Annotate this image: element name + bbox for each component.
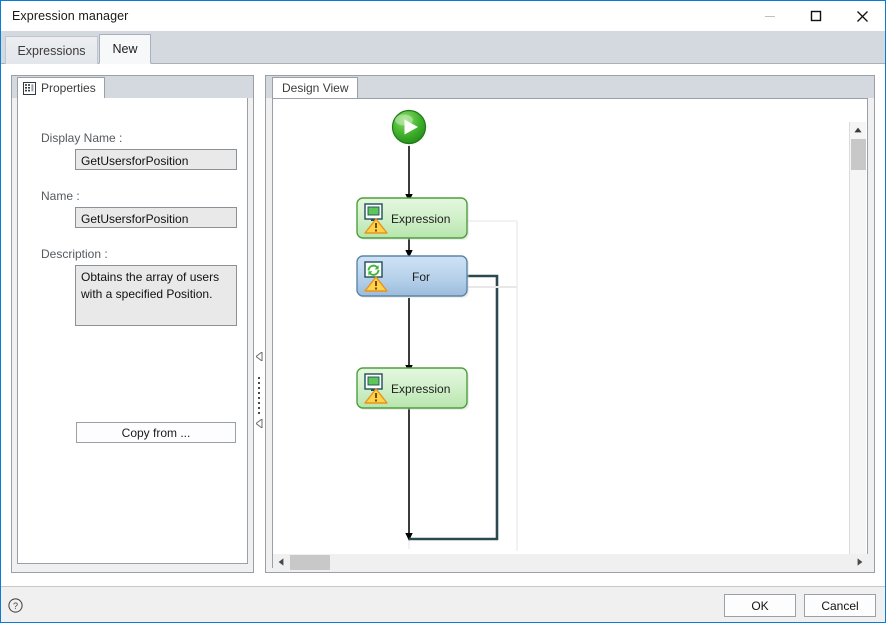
display-name-input[interactable]: GetUsersforPosition: [75, 149, 237, 170]
tab-design-view[interactable]: Design View: [272, 77, 359, 98]
scroll-right-button[interactable]: [852, 554, 868, 570]
minimize-icon: [765, 16, 775, 17]
properties-tab-bar: Properties: [12, 76, 253, 98]
design-panel: Design View Expression For Expression: [265, 75, 875, 573]
scroll-up-button[interactable]: [850, 122, 866, 138]
tab-design-view-label: Design View: [282, 81, 349, 95]
minimize-button[interactable]: [747, 1, 793, 31]
cancel-button[interactable]: Cancel: [804, 594, 876, 617]
splitter-collapse-down-icon[interactable]: [256, 419, 263, 428]
properties-form: Display Name : GetUsersforPosition Name …: [17, 98, 248, 564]
node-start: [390, 108, 428, 146]
properties-panel: Properties Display Name : GetUsersforPos…: [11, 75, 254, 573]
scroll-left-icon: [278, 558, 284, 566]
scroll-left-button[interactable]: [273, 554, 289, 570]
cancel-label: Cancel: [821, 598, 859, 613]
copy-from-button[interactable]: Copy from ...: [76, 422, 236, 443]
help-button[interactable]: ?: [8, 598, 23, 618]
design-canvas-container: Expression For Expression: [272, 98, 868, 568]
tab-properties-label: Properties: [41, 81, 96, 95]
horizontal-scroll-thumb[interactable]: [290, 555, 330, 570]
tab-new-label: New: [112, 42, 138, 56]
svg-text:?: ?: [13, 601, 18, 611]
tab-new[interactable]: New: [99, 34, 151, 64]
splitter-collapse-up-icon[interactable]: [256, 352, 263, 361]
help-question-icon: ?: [8, 598, 23, 613]
title-bar: Expression manager: [1, 1, 885, 31]
properties-grid-icon: [23, 81, 36, 95]
node-expression-2-label: Expression: [391, 382, 451, 396]
maximize-icon: [810, 10, 822, 22]
node-for-label: For: [412, 270, 430, 284]
scroll-up-icon: [854, 127, 862, 133]
description-input[interactable]: Obtains the array of users with a specif…: [75, 265, 237, 326]
design-tab-bar: Design View: [266, 76, 874, 98]
splitter-grip-icon: [258, 377, 261, 415]
dialog-content: Properties Display Name : GetUsersforPos…: [1, 64, 885, 586]
design-vertical-scrollbar[interactable]: [849, 122, 866, 567]
display-name-label: Display Name :: [41, 131, 123, 145]
expression-manager-window: Expression manager Expressions New Prope…: [0, 0, 886, 623]
workflow-canvas[interactable]: Expression For Expression: [273, 99, 851, 551]
close-icon: [856, 10, 868, 22]
dialog-footer: ? OK Cancel: [1, 586, 885, 622]
window-title: Expression manager: [12, 9, 129, 23]
workflow-diagram: [356, 108, 518, 551]
scroll-right-icon: [857, 558, 863, 566]
main-tab-strip: Expressions New: [1, 31, 885, 64]
tab-properties[interactable]: Properties: [17, 77, 105, 98]
maximize-button[interactable]: [793, 1, 839, 31]
design-horizontal-scrollbar[interactable]: [273, 554, 868, 571]
node-expression-1-label: Expression: [391, 212, 451, 226]
tab-expressions[interactable]: Expressions: [5, 36, 98, 64]
window-controls: [747, 1, 885, 31]
copy-from-label: Copy from ...: [121, 425, 191, 440]
tab-expressions-label: Expressions: [17, 43, 86, 58]
name-input[interactable]: GetUsersforPosition: [75, 207, 237, 228]
close-button[interactable]: [839, 1, 885, 31]
panel-splitter[interactable]: [254, 75, 265, 573]
description-label: Description :: [41, 247, 108, 261]
vertical-scroll-thumb[interactable]: [851, 139, 866, 170]
name-label: Name :: [41, 189, 80, 203]
ok-button[interactable]: OK: [724, 594, 796, 617]
ok-label: OK: [751, 598, 769, 613]
